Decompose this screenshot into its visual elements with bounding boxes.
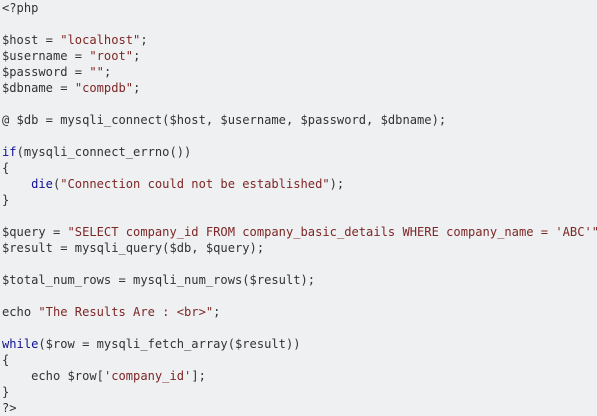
code-token: ;	[140, 33, 148, 47]
code-token: @ $db = mysqli_connect($host, $username,…	[2, 113, 447, 127]
code-token: ;	[133, 81, 141, 95]
code-line: echo "The Results Are : <br>";	[2, 304, 597, 320]
code-line: $total_num_rows = mysqli_num_rows($resul…	[2, 272, 597, 288]
code-line: }	[2, 384, 597, 400]
keyword-token: if	[2, 145, 17, 159]
code-token: ];	[191, 369, 206, 383]
code-line: {	[2, 160, 597, 176]
code-token: ?>	[2, 401, 17, 415]
code-token: {	[2, 353, 10, 367]
code-token: $total_num_rows = mysqli_num_rows($resul…	[2, 273, 316, 287]
code-token: {	[2, 161, 10, 175]
code-token: <?php	[2, 1, 39, 15]
code-token: }	[2, 385, 10, 399]
code-token: $query =	[2, 225, 68, 239]
code-token: $password =	[2, 65, 90, 79]
code-token: ($row = mysqli_fetch_array($result))	[38, 337, 301, 351]
code-line: {	[2, 352, 597, 368]
string-token: "compdb"	[74, 81, 134, 95]
code-token: $dbname =	[2, 81, 75, 95]
string-token: "The Results Are : <br>"	[38, 305, 214, 319]
string-token: "root"	[89, 49, 134, 63]
code-line: echo $row['company_id'];	[2, 368, 597, 384]
code-token: echo $row[	[2, 369, 104, 383]
string-token: "SELECT company_id FROM company_basic_de…	[67, 225, 597, 239]
code-line: ?>	[2, 400, 597, 416]
string-token: "localhost"	[60, 33, 141, 47]
code-token: $result = mysqli_query($db, $query);	[2, 241, 265, 255]
keyword-token: die	[31, 177, 53, 191]
php-code-block: <?php $host = "localhost"; $username = "r…	[0, 0, 597, 416]
code-token: );	[329, 177, 345, 191]
code-line: $result = mysqli_query($db, $query);	[2, 240, 597, 256]
code-line: $query = "SELECT company_id FROM company…	[2, 224, 597, 240]
code-line: $password = "";	[2, 64, 597, 80]
code-line: $username = "root";	[2, 48, 597, 64]
code-token: ;	[133, 49, 141, 63]
code-line: @ $db = mysqli_connect($host, $username,…	[2, 112, 597, 128]
code-line: if(mysqli_connect_errno())	[2, 144, 597, 160]
code-token: (mysqli_connect_errno())	[16, 145, 192, 159]
code-line: <?php	[2, 0, 597, 16]
string-token: "Connection could not be established"	[60, 177, 330, 191]
code-token: $host =	[2, 33, 61, 47]
string-token: ""	[89, 65, 104, 79]
code-token: $username =	[2, 49, 90, 63]
code-token: ;	[103, 65, 112, 79]
code-line: $dbname = "compdb";	[2, 80, 597, 96]
code-line: die("Connection could not be established…	[2, 176, 597, 192]
code-line: }	[2, 192, 597, 208]
string-token: 'company_id'	[103, 369, 192, 383]
code-line: $host = "localhost";	[2, 32, 597, 48]
code-token: echo	[2, 305, 39, 319]
code-token: }	[2, 193, 10, 207]
keyword-token: while	[2, 337, 39, 351]
code-token: ;	[213, 305, 221, 319]
code-line: while($row = mysqli_fetch_array($result)…	[2, 336, 597, 352]
